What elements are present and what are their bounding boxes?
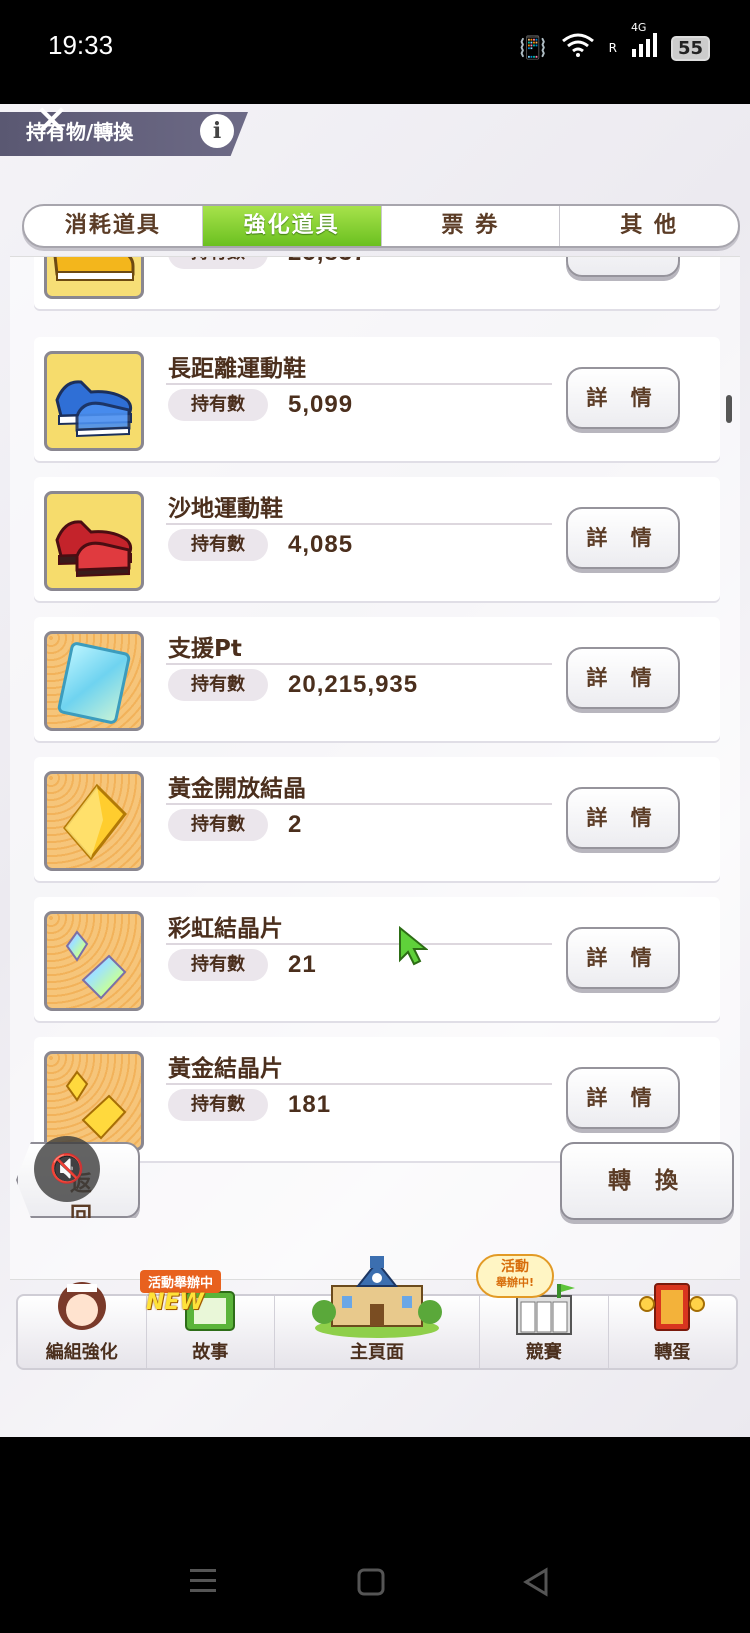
nav-race[interactable]: 競賽 (480, 1284, 609, 1368)
status-bar: 19:33 📳 R 4G 55 (0, 0, 750, 104)
item-name: 黃金開放結晶 (168, 776, 306, 802)
list-item: 長距離運動鞋 持有數 5,099 詳 情 (34, 337, 720, 461)
new-badge: NEW (146, 1290, 204, 1315)
divider (166, 383, 552, 385)
gold-crystal-icon (44, 771, 144, 871)
nav-home[interactable]: 主頁面 (275, 1256, 480, 1368)
signal-icon: 4G (631, 21, 657, 63)
tab-others[interactable]: 其 他 (560, 206, 738, 246)
list-item: 持有數 25,837 詳 情 (34, 257, 720, 309)
item-name: 沙地運動鞋 (168, 496, 283, 522)
qty-label: 持有數 (168, 949, 268, 981)
qty-value: 20,215,935 (288, 671, 419, 698)
support-card-icon (44, 631, 144, 731)
network-label: 4G (630, 21, 647, 34)
home-icon[interactable] (356, 1567, 386, 1605)
nav-team-enhance[interactable]: 編組強化 (18, 1282, 147, 1368)
item-name: 長距離運動鞋 (168, 356, 306, 382)
qty-label: 持有數 (168, 389, 268, 421)
nav-label: 編組強化 (45, 1342, 118, 1363)
qty-value: 181 (288, 1091, 332, 1118)
tab-enhancement[interactable]: 強化道具 (202, 206, 382, 246)
divider (166, 523, 552, 525)
tab-consumables[interactable]: 消耗道具 (24, 206, 203, 246)
qty-value: 5,099 (288, 391, 354, 418)
gacha-icon (637, 1280, 707, 1340)
school-building-icon (312, 1248, 442, 1342)
detail-button[interactable]: 詳 情 (566, 367, 680, 429)
list-item: 黃金開放結晶 持有數 2 詳 情 (34, 757, 720, 881)
bubble-line1: 活動 (501, 1259, 529, 1275)
detail-button[interactable]: 詳 情 (566, 507, 680, 569)
bubble-line2: 舉辦中! (495, 1276, 535, 1289)
mute-icon[interactable]: 🔇 (34, 1136, 100, 1202)
divider (166, 1083, 552, 1085)
detail-button[interactable]: 詳 情 (566, 1067, 680, 1129)
convert-button[interactable]: 轉 換 (560, 1142, 734, 1220)
item-name: 彩虹結晶片 (168, 916, 283, 942)
item-name: 支援Pt (168, 636, 242, 662)
vibrate-icon: 📳 (519, 35, 547, 61)
back-icon[interactable] (522, 1567, 552, 1605)
tab-tickets[interactable]: 票 券 (382, 206, 561, 246)
qty-value: 4,085 (288, 531, 354, 558)
nav-gacha[interactable]: 轉蛋 (609, 1283, 737, 1368)
menu-icon[interactable] (188, 1567, 218, 1603)
roaming-label: R (608, 41, 617, 55)
shoe-yellow-icon (44, 257, 144, 299)
nav-label: 轉蛋 (654, 1342, 691, 1363)
nav-label: 故事 (192, 1342, 229, 1363)
qty-value: 21 (288, 951, 317, 978)
divider (166, 663, 552, 665)
category-tabs: 消耗道具 強化道具 票 券 其 他 (22, 204, 740, 248)
detail-button[interactable]: 詳 情 (566, 257, 680, 277)
cursor-icon (398, 925, 429, 970)
detail-button[interactable]: 詳 情 (566, 647, 680, 709)
qty-label: 持有數 (168, 809, 268, 841)
list-item: 沙地運動鞋 持有數 4,085 詳 情 (34, 477, 720, 601)
character-avatar-icon (47, 1270, 117, 1344)
qty-label: 持有數 (168, 669, 268, 701)
list-item: 支援Pt 持有數 20,215,935 詳 情 (34, 617, 720, 741)
qty-label: 持有數 (168, 529, 268, 561)
detail-button[interactable]: 詳 情 (566, 927, 680, 989)
wifi-icon (561, 32, 595, 64)
rainbow-shard-icon (44, 911, 144, 1011)
qty-label: 持有數 (168, 1089, 268, 1121)
game-screen: 持有物/轉換 ✕ i 消耗道具 強化道具 票 券 其 他 持有數 25,837 … (0, 104, 750, 1437)
qty-label: 持有數 (168, 257, 268, 269)
detail-button[interactable]: 詳 情 (566, 787, 680, 849)
divider (166, 803, 552, 805)
nav-label: 競賽 (525, 1342, 562, 1363)
shoe-blue-icon (44, 351, 144, 451)
shoe-red-icon (44, 491, 144, 591)
battery-icon: 55 (670, 35, 710, 61)
scrollbar[interactable] (726, 395, 732, 423)
close-icon[interactable]: ✕ (34, 104, 69, 142)
event-race-bubble: 活動 舉辦中! (476, 1254, 554, 1298)
bottom-nav: 編組強化 故事 主頁面 競賽 轉蛋 (16, 1256, 738, 1370)
status-icons: 📳 R 4G 55 (519, 21, 710, 64)
list-item: 彩虹結晶片 持有數 21 詳 情 (34, 897, 720, 1021)
qty-value: 25,837 (288, 257, 367, 269)
qty-value: 2 (288, 811, 303, 838)
divider (166, 943, 552, 945)
system-nav-bar (0, 1437, 750, 1633)
nav-label: 主頁面 (350, 1342, 404, 1363)
item-list[interactable]: 持有數 25,837 詳 情 長距離運動鞋 持有數 5,099 詳 情 沙地運動… (10, 256, 740, 1280)
status-time: 19:33 (48, 30, 114, 60)
info-button[interactable]: i (200, 114, 234, 148)
item-name: 黃金結晶片 (168, 1056, 283, 1082)
